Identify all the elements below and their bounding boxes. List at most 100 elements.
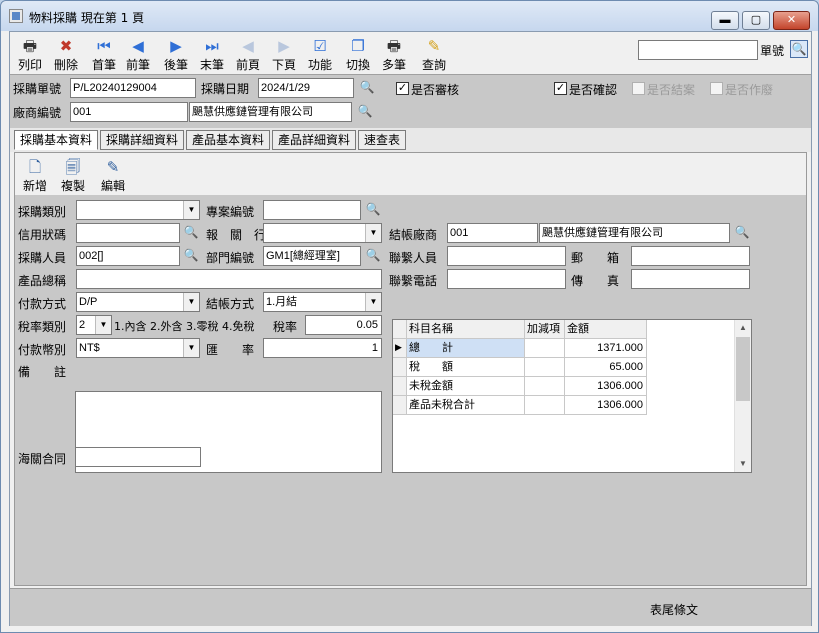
tab-strip: 採購基本資料 採購詳細資料 產品基本資料 產品詳細資料 速查表 <box>10 128 811 152</box>
toolbar-button-9[interactable]: ❐ 切換 <box>340 35 376 73</box>
grid-cell-amount[interactable]: 1306.000 <box>565 377 647 396</box>
close-button[interactable]: ✕ <box>773 11 810 30</box>
product-name-label: 產品總稱 <box>18 274 67 288</box>
toolbar-button-0[interactable]: 🖶 列印 <box>12 35 48 73</box>
tax-type-select[interactable]: 2 ▼ <box>76 315 112 335</box>
order-search-input[interactable] <box>638 40 758 60</box>
window-title: 物料採購 現在第 1 頁 <box>29 11 145 25</box>
tab-4[interactable]: 速查表 <box>358 130 406 150</box>
record-button-1[interactable]: 🗐 複製 <box>55 157 91 193</box>
email-label: 郵 箱 <box>571 251 620 265</box>
grid-cell-adj[interactable] <box>525 377 565 396</box>
contact-field[interactable] <box>447 246 566 266</box>
grid-cell-amount[interactable]: 65.000 <box>565 358 647 377</box>
grid-cell-adj[interactable] <box>525 339 565 358</box>
exchange-field[interactable]: 1 <box>263 338 382 358</box>
tab-2[interactable]: 產品基本資料 <box>186 130 270 150</box>
record-button-2[interactable]: ✎ 編輯 <box>95 157 131 193</box>
product-name-field[interactable] <box>76 269 382 289</box>
dept-field[interactable]: GM1[總經理室] <box>263 246 361 266</box>
grid-cell-adj[interactable] <box>525 358 565 377</box>
fax-label: 傳 真 <box>571 274 620 288</box>
toolbar-button-11[interactable]: ✎ 查詢 <box>416 35 452 73</box>
purchase-type-select[interactable]: ▼ <box>76 200 200 220</box>
toolbar-button-6[interactable]: ◀ 前頁 <box>230 35 266 73</box>
settle-vendor-name-field[interactable]: 颶慧供應鏈管理有限公司 <box>539 223 730 243</box>
order-date-lookup-icon[interactable]: 🔍 <box>359 79 375 95</box>
toolbar-button-4[interactable]: ▶ 後筆 <box>158 35 194 73</box>
grid-scrollbar[interactable]: ▲ ▼ <box>734 320 751 472</box>
summary-grid[interactable]: ▲ ▼ 科目名稱 加減項 金額 ▶ 總 計 1371.000 稅 額 65.000 未稅金額 13… <box>392 319 752 473</box>
currency-select[interactable]: NT$ ▼ <box>76 338 200 358</box>
tax-type-description: 1.內含 2.外含 3.零稅 4.免稅 <box>114 320 255 333</box>
tax-rate-field[interactable]: 0.05 <box>305 315 382 335</box>
grid-cell-amount[interactable]: 1306.000 <box>565 396 647 415</box>
search-icon[interactable]: 🔍 <box>790 40 808 58</box>
fax-field[interactable] <box>631 269 750 289</box>
grid-cell-name[interactable]: 產品未稅合計 <box>407 396 525 415</box>
vendor-name-field[interactable]: 颶慧供應鏈管理有限公司 <box>189 102 352 122</box>
toolbar-button-5[interactable]: ⏭ 末筆 <box>194 35 230 73</box>
credit-label: 信用狀碼 <box>18 228 67 242</box>
closed-checkbox[interactable] <box>632 82 645 95</box>
chevron-down-icon: ▼ <box>183 293 199 311</box>
order-no-field[interactable]: P/L20240129004 <box>70 78 196 98</box>
toolbar-button-7[interactable]: ▶ 下頁 <box>266 35 302 73</box>
minimize-button[interactable]: ▬ <box>711 11 739 30</box>
grid-cell-name[interactable]: 稅 額 <box>407 358 525 377</box>
grid-cell-adj[interactable] <box>525 396 565 415</box>
voided-checkbox[interactable] <box>710 82 723 95</box>
buyer-lookup-icon[interactable]: 🔍 <box>183 247 199 263</box>
grid-corner <box>393 320 407 339</box>
maximize-button[interactable]: ▢ <box>742 11 770 30</box>
payment-select[interactable]: D/P ▼ <box>76 292 200 312</box>
buyer-field[interactable]: 002[] <box>76 246 180 266</box>
grid-column-header[interactable]: 科目名稱 <box>407 320 525 339</box>
next-page-icon: ▶ <box>278 37 290 55</box>
credit-field[interactable] <box>76 223 180 243</box>
order-date-field[interactable]: 2024/1/29 <box>258 78 354 98</box>
grid-cell-amount[interactable]: 1371.000 <box>565 339 647 358</box>
toolbar-button-8[interactable]: ☑ 功能 <box>302 35 338 73</box>
tab-3[interactable]: 產品詳細資料 <box>272 130 356 150</box>
confirmed-checkbox[interactable]: ✓ <box>554 82 567 95</box>
credit-lookup-icon[interactable]: 🔍 <box>183 224 199 240</box>
record-button-0[interactable]: 🗋 新增 <box>17 157 53 193</box>
toolbar-button-2[interactable]: ⏮ 首筆 <box>86 35 122 73</box>
vendor-no-field[interactable]: 001 <box>70 102 188 122</box>
project-lookup-icon[interactable]: 🔍 <box>365 201 381 217</box>
tab-0[interactable]: 採購基本資料 <box>14 130 98 150</box>
footer-label: 表尾條文 <box>650 603 699 617</box>
scroll-down-icon[interactable]: ▼ <box>735 456 751 472</box>
record-button-label: 新增 <box>22 179 47 193</box>
chevron-down-icon: ▼ <box>365 293 381 311</box>
reviewed-checkbox[interactable]: ✓ <box>396 82 409 95</box>
toolbar-button-1[interactable]: ✖ 刪除 <box>48 35 84 73</box>
scroll-thumb[interactable] <box>736 337 750 401</box>
delete-icon: ✖ <box>59 37 73 55</box>
chevron-down-icon: ▼ <box>183 201 199 219</box>
settle-vendor-lookup-icon[interactable]: 🔍 <box>734 224 750 240</box>
grid-cell-name[interactable]: 總 計 <box>407 339 525 358</box>
row-indicator <box>393 358 407 377</box>
dept-lookup-icon[interactable]: 🔍 <box>365 247 381 263</box>
customs-contract-field[interactable] <box>75 447 201 467</box>
customs-agent-select[interactable]: ▼ <box>263 223 382 243</box>
buyer-label: 採購人員 <box>18 251 67 265</box>
settle-vendor-no-field[interactable]: 001 <box>447 223 538 243</box>
toolbar-button-10[interactable]: 🖶 多筆 <box>376 35 412 73</box>
tab-1[interactable]: 採購詳細資料 <box>100 130 184 150</box>
confirmed-label: 是否確認 <box>569 83 618 97</box>
scroll-up-icon[interactable]: ▲ <box>735 320 751 336</box>
grid-cell-name[interactable]: 未稅金額 <box>407 377 525 396</box>
title-bar: 物料採購 現在第 1 頁 ▬ ▢ ✕ <box>1 1 818 31</box>
grid-column-header[interactable]: 加減項 <box>525 320 565 339</box>
settle-method-select[interactable]: 1.月結 ▼ <box>263 292 382 312</box>
contact-phone-field[interactable] <box>447 269 566 289</box>
email-field[interactable] <box>631 246 750 266</box>
project-no-field[interactable] <box>263 200 361 220</box>
toolbar-button-3[interactable]: ◀ 前筆 <box>120 35 156 73</box>
vendor-lookup-icon[interactable]: 🔍 <box>357 103 373 119</box>
toolbar-button-label: 前頁 <box>235 58 260 72</box>
grid-column-header[interactable]: 金額 <box>565 320 647 339</box>
